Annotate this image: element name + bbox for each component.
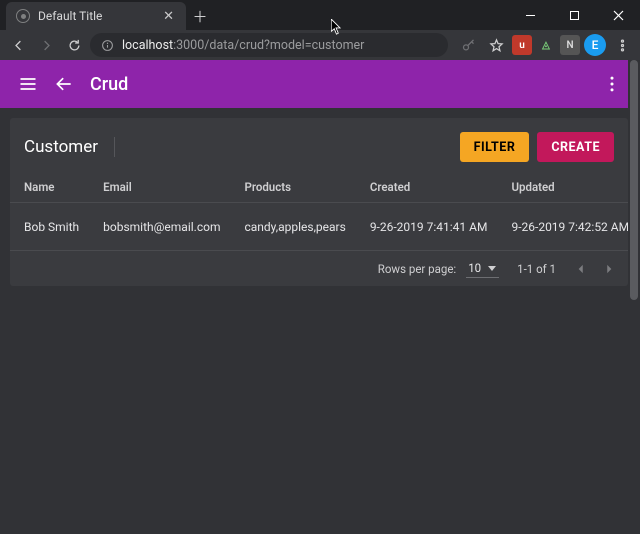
address-text: localhost:3000/data/crud?model=customer	[122, 38, 364, 53]
extension-vue-icon[interactable]: ◬	[536, 35, 556, 55]
next-page-button[interactable]	[602, 262, 616, 276]
close-tab-icon[interactable]: ✕	[161, 7, 176, 26]
col-created[interactable]: Created	[356, 172, 498, 203]
site-info-icon[interactable]	[100, 38, 114, 52]
bookmark-star-icon[interactable]	[484, 33, 508, 57]
data-card: Customer Filter Create Name Email Produc…	[10, 118, 628, 286]
maximize-button[interactable]	[552, 0, 596, 30]
window-controls	[508, 0, 640, 30]
browser-menu-icon[interactable]	[610, 33, 634, 57]
prev-page-button[interactable]	[574, 262, 588, 276]
reload-button[interactable]	[62, 33, 86, 57]
chevron-down-icon	[487, 263, 497, 273]
browser-toolbar: localhost:3000/data/crud?model=customer …	[0, 30, 640, 60]
create-button[interactable]: Create	[537, 132, 614, 162]
key-icon[interactable]	[456, 33, 480, 57]
extension-ublock-icon[interactable]: u	[512, 35, 532, 55]
app-bar: Crud	[0, 60, 640, 108]
tab-title: Default Title	[38, 9, 161, 23]
app-title: Crud	[90, 74, 128, 95]
cell-updated: 9-26-2019 7:42:52 AM	[497, 203, 639, 251]
address-bar[interactable]: localhost:3000/data/crud?model=customer	[90, 33, 448, 57]
new-tab-button[interactable]: ＋	[186, 2, 214, 30]
rows-per-page-value: 10	[468, 261, 481, 275]
browser-tab[interactable]: Default Title ✕	[6, 2, 186, 30]
data-table: Name Email Products Created Updated Acti…	[10, 172, 640, 250]
cell-products: candy,apples,pears	[230, 203, 355, 251]
table-row: Bob Smith bobsmith@email.com candy,apple…	[10, 203, 640, 251]
col-name[interactable]: Name	[10, 172, 89, 203]
table-footer: Rows per page: 10 1-1 of 1	[10, 250, 628, 286]
back-button[interactable]	[6, 33, 30, 57]
extension-n-icon[interactable]: N	[560, 35, 580, 55]
rows-per-page-label: Rows per page:	[378, 262, 456, 276]
viewport-scrollbar[interactable]	[628, 60, 640, 534]
forward-button[interactable]	[34, 33, 58, 57]
cell-created: 9-26-2019 7:41:41 AM	[356, 203, 498, 251]
profile-avatar[interactable]: E	[584, 34, 606, 56]
col-products[interactable]: Products	[230, 172, 355, 203]
table-header-row: Name Email Products Created Updated Acti…	[10, 172, 640, 203]
cell-name: Bob Smith	[10, 203, 89, 251]
tab-favicon	[16, 9, 30, 23]
rows-per-page-select[interactable]: 10	[466, 259, 499, 278]
hamburger-menu-icon[interactable]	[10, 66, 46, 102]
close-window-button[interactable]	[596, 0, 640, 30]
app-menu-icon[interactable]	[594, 66, 630, 102]
filter-button[interactable]: Filter	[460, 132, 530, 162]
back-arrow-icon[interactable]	[46, 66, 82, 102]
pagination-range: 1-1 of 1	[517, 262, 556, 276]
card-header: Customer Filter Create	[10, 118, 628, 172]
minimize-button[interactable]	[508, 0, 552, 30]
col-email[interactable]: Email	[89, 172, 230, 203]
page-viewport: Crud Customer Filter Create Name Email P…	[0, 60, 640, 534]
scrollbar-thumb[interactable]	[630, 60, 638, 300]
cell-email: bobsmith@email.com	[89, 203, 230, 251]
col-updated[interactable]: Updated	[497, 172, 639, 203]
card-title: Customer	[24, 137, 115, 157]
